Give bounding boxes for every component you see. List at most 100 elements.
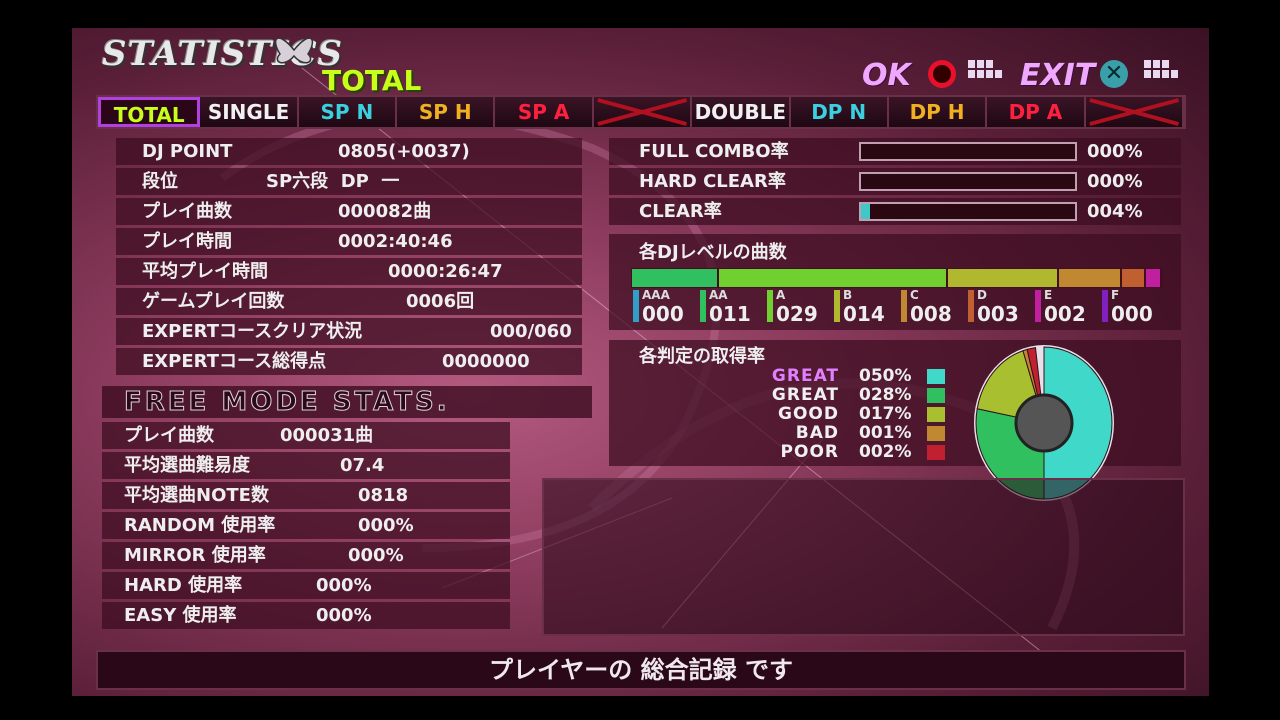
free-mode-row: MIRROR 使用率 000% — [102, 542, 510, 569]
dj-level-count: 014 — [843, 302, 885, 326]
dj-level-list: AAA 000 AA 011 A 029 B 014 C 008 D 003 E 002 F 000 — [633, 288, 1173, 326]
dj-level-count: 000 — [1111, 302, 1153, 326]
clear-rate-value: 004% — [1087, 201, 1143, 222]
clear-rate-row: HARD CLEAR率 000% — [609, 168, 1181, 195]
player-stat-label: EXPERTコースクリア状況 — [142, 321, 363, 342]
dj-level-swatch — [767, 290, 773, 322]
judgement-value: 017% — [859, 404, 912, 424]
dj-level-name: D — [977, 288, 987, 302]
tab-double[interactable]: DOUBLE — [692, 97, 791, 127]
judgement-value: 050% — [859, 366, 912, 386]
message-panel — [542, 478, 1185, 636]
judgement-name: GOOD — [778, 404, 839, 424]
free-mode-row: 平均選曲NOTE数 0818 — [102, 482, 510, 509]
free-mode-row: HARD 使用率 000% — [102, 572, 510, 599]
butterfly-icon — [274, 37, 314, 64]
player-stat-value: 0006回 — [406, 291, 475, 312]
tab-sp-a[interactable]: SP A — [495, 97, 594, 127]
player-stat-value: 0805(+0037) — [338, 141, 470, 162]
dj-level-swatch — [700, 290, 706, 322]
clear-rate-fill — [861, 204, 870, 219]
player-stat-row: プレイ曲数 000082曲 — [116, 198, 582, 225]
pie-hub — [1014, 393, 1074, 453]
cross-button-icon[interactable]: ✕ — [1100, 60, 1128, 88]
free-mode-row: RANDOM 使用率 000% — [102, 512, 510, 539]
judgement-row: GREAT 028% — [649, 385, 949, 405]
player-stat-row: DJ POINT 0805(+0037) — [116, 138, 582, 165]
circle-button-icon[interactable] — [928, 60, 956, 88]
judgement-name: POOR — [780, 442, 839, 462]
player-stat-label: プレイ曲数 — [142, 201, 232, 222]
free-mode-value: 000% — [316, 605, 372, 626]
clear-rate-bar — [859, 142, 1077, 161]
statistics-screen: STATISTICS TOTAL OK EXIT ✕ TOTAL SINGLE SP… — [72, 28, 1209, 696]
dj-level-count: 002 — [1044, 302, 1086, 326]
player-stat-value: 000/060 — [490, 321, 572, 342]
clear-rate-label: CLEAR率 — [639, 201, 722, 222]
clear-rate-row: FULL COMBO率 000% — [609, 138, 1181, 165]
dj-level-swatch — [968, 290, 974, 322]
judgement-swatch — [927, 388, 945, 403]
free-mode-row: 平均選曲難易度 07.4 — [102, 452, 510, 479]
dj-level-name: C — [910, 288, 919, 302]
dj-level-name: AA — [709, 288, 728, 302]
tab-dp-n[interactable]: DP N — [790, 97, 889, 127]
dj-level-swatch — [1035, 290, 1041, 322]
keys-icon — [968, 60, 1002, 78]
clear-rate-bar — [859, 202, 1077, 221]
free-mode-row: プレイ曲数 000031曲 — [102, 422, 510, 449]
judgement-swatch — [927, 369, 945, 384]
keys-icon — [1144, 60, 1178, 78]
ok-label: OK — [862, 58, 911, 93]
current-tab-title: TOTAL — [322, 64, 422, 97]
judgement-swatch — [927, 445, 945, 460]
disabled-cross-icon — [1088, 98, 1179, 126]
tab-dp-h[interactable]: DP H — [888, 97, 988, 127]
judgement-name: GREAT — [771, 385, 839, 405]
dj-level-count: 003 — [977, 302, 1019, 326]
judgement-value: 002% — [859, 442, 912, 462]
free-mode-value: 000% — [358, 515, 414, 536]
dj-level-panel: 各DJレベルの曲数 AAA 000 AA 011 A 029 B 014 C 008 D 003 E 00… — [609, 234, 1181, 330]
tab-single[interactable]: SINGLE — [200, 97, 299, 127]
tab-disabled — [1085, 97, 1184, 127]
clear-rate-value: 000% — [1087, 171, 1143, 192]
dj-level-swatch — [633, 290, 639, 322]
tab-dp-a[interactable]: DP A — [987, 97, 1086, 127]
dj-level-segment — [1122, 269, 1147, 287]
free-mode-label: MIRROR 使用率 — [124, 545, 266, 566]
tab-total[interactable]: TOTAL — [98, 97, 201, 127]
player-stat-value: 0002:40:46 — [338, 231, 453, 252]
free-mode-value: 07.4 — [340, 455, 385, 476]
tab-sp-n[interactable]: SP N — [298, 97, 398, 127]
dj-level-name: A — [776, 288, 786, 302]
player-stat-label: プレイ時間 — [142, 231, 232, 252]
free-mode-label: EASY 使用率 — [124, 605, 237, 626]
player-stat-value: SP六段 DP 一 — [266, 171, 400, 192]
dj-level-name: AAA — [642, 288, 670, 302]
clear-rate-bar — [859, 172, 1077, 191]
dj-level-name: E — [1044, 288, 1053, 302]
player-stat-value: 0000000 — [442, 351, 530, 372]
dj-level-bar — [631, 268, 1163, 288]
mode-tabs: TOTAL SINGLE SP N SP H SP A DOUBLE DP N DP H DP … — [96, 95, 1186, 129]
dj-level-title: 各DJレベルの曲数 — [639, 242, 787, 263]
judgement-row: GREAT 050% — [649, 366, 949, 386]
tab-disabled — [593, 97, 693, 127]
footer-message: プレイヤーの 総合記録 です — [96, 650, 1186, 690]
player-stat-row: 平均プレイ時間 0000:26:47 — [116, 258, 582, 285]
dj-level-swatch — [1102, 290, 1108, 322]
player-stat-label: DJ POINT — [142, 141, 233, 162]
disabled-cross-icon — [597, 98, 687, 126]
free-mode-value: 000% — [348, 545, 404, 566]
clear-rate-value: 000% — [1087, 141, 1143, 162]
judgement-value: 028% — [859, 385, 912, 405]
free-mode-label: HARD 使用率 — [124, 575, 243, 596]
free-mode-label: 平均選曲難易度 — [124, 455, 250, 476]
clear-rate-row: CLEAR率 004% — [609, 198, 1181, 225]
judgement-value: 001% — [859, 423, 912, 443]
dj-level-segment — [719, 269, 949, 287]
dj-level-swatch — [901, 290, 907, 322]
player-stat-label: ゲームプレイ回数 — [142, 291, 285, 312]
tab-sp-h[interactable]: SP H — [397, 97, 496, 127]
